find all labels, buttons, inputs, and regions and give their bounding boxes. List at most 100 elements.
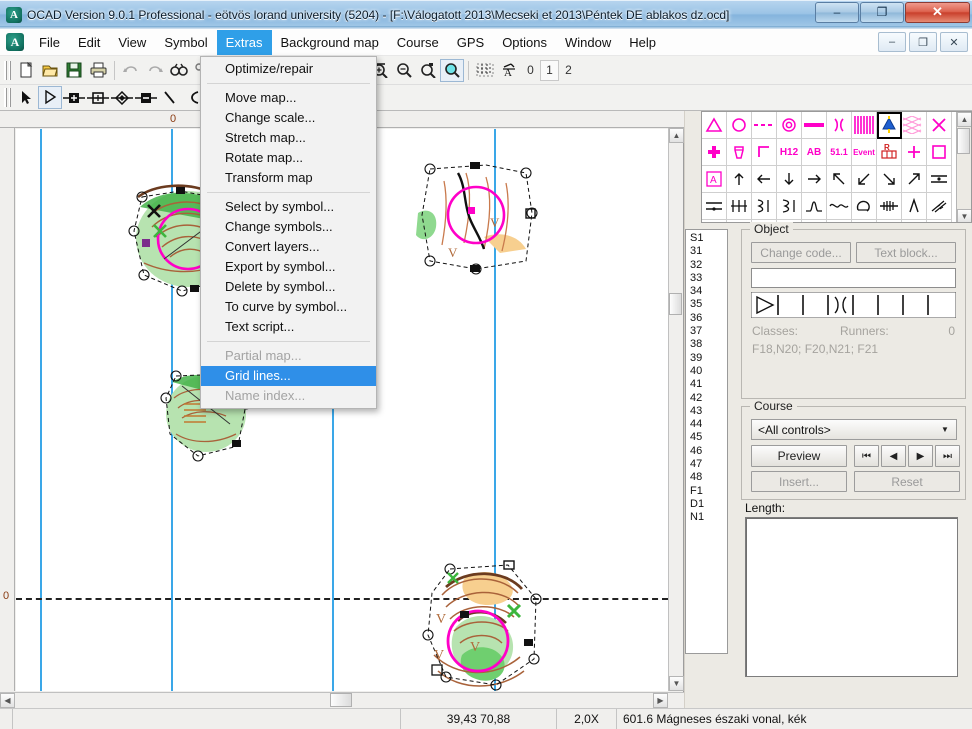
- menu-item-change-scale[interactable]: Change scale...: [201, 108, 376, 128]
- list-item[interactable]: S1: [690, 232, 727, 245]
- course-select[interactable]: <All controls> ▼: [751, 419, 957, 440]
- control-description-strip[interactable]: [751, 292, 956, 318]
- chevron-down-icon[interactable]: ▼: [936, 421, 954, 438]
- edit-point-icon[interactable]: [38, 86, 62, 109]
- statusbar-resize-grip[interactable]: [0, 709, 12, 729]
- object-code-input[interactable]: [751, 268, 956, 288]
- find-icon[interactable]: [167, 59, 191, 82]
- road-symbol[interactable]: [902, 220, 927, 222]
- add-point-icon[interactable]: [62, 86, 86, 109]
- tower-symbol[interactable]: [927, 220, 952, 222]
- arrow-upleft-symbol[interactable]: [827, 166, 852, 193]
- thick-line-symbol[interactable]: [802, 112, 827, 139]
- line-dot-symbol[interactable]: [927, 166, 952, 193]
- reset-button[interactable]: Reset: [854, 471, 960, 492]
- list-item[interactable]: 33: [690, 272, 727, 285]
- depression-symbol[interactable]: [702, 220, 727, 222]
- menu-item-convert-layers[interactable]: Convert layers...: [201, 237, 376, 257]
- scroll-left-arrow[interactable]: ◀: [0, 693, 15, 708]
- list-item[interactable]: 38: [690, 338, 727, 351]
- menu-symbol[interactable]: Symbol: [155, 30, 216, 55]
- mdi-minimize-button[interactable]: –: [878, 32, 906, 52]
- menu-course[interactable]: Course: [388, 30, 448, 55]
- window-close-button[interactable]: ✕: [905, 1, 970, 23]
- menu-help[interactable]: Help: [620, 30, 665, 55]
- arrow-down-symbol[interactable]: [777, 166, 802, 193]
- list-item[interactable]: 42: [690, 392, 727, 405]
- menu-item-grid-lines[interactable]: Grid lines...: [201, 366, 376, 386]
- scroll-right-arrow[interactable]: ▶: [653, 693, 668, 708]
- symbol-scroll-up-arrow[interactable]: ▲: [957, 112, 971, 127]
- hill-symbol[interactable]: [802, 193, 827, 220]
- reentrant-symbol[interactable]: [752, 193, 777, 220]
- white-box-symbol[interactable]: [927, 139, 952, 166]
- menu-extras[interactable]: Extras: [216, 29, 272, 55]
- gully-symbol[interactable]: [877, 193, 902, 220]
- arrow-downleft-symbol[interactable]: [852, 166, 877, 193]
- menu-item-transform-map[interactable]: Transform map: [201, 168, 376, 188]
- length-value-box[interactable]: [745, 517, 958, 677]
- railing-symbol[interactable]: [727, 193, 752, 220]
- nav-next-button[interactable]: ▶: [908, 445, 933, 467]
- list-item[interactable]: 40: [690, 365, 727, 378]
- refreshment-symbol[interactable]: [727, 139, 752, 166]
- symbol-palette-scrollbar[interactable]: ▲ ▼: [956, 112, 971, 222]
- horizontal-scroll-thumb[interactable]: [330, 693, 352, 707]
- vertical-scroll-thumb[interactable]: [669, 293, 682, 315]
- menu-item-rotate-map[interactable]: Rotate map...: [201, 148, 376, 168]
- spur-symbol[interactable]: [777, 193, 802, 220]
- menu-item-move-map[interactable]: Move map...: [201, 88, 376, 108]
- list-item[interactable]: 45: [690, 431, 727, 444]
- insert-button[interactable]: Insert...: [751, 471, 847, 492]
- select-arrow-icon[interactable]: [14, 86, 38, 109]
- fence-crossing-symbol[interactable]: [702, 193, 727, 220]
- menu-item-select-by-symbol[interactable]: Select by symbol...: [201, 197, 376, 217]
- text-h12-symbol[interactable]: H12: [777, 139, 802, 166]
- add-corner-icon[interactable]: [86, 86, 110, 109]
- scroll-down-arrow[interactable]: ▼: [669, 676, 684, 691]
- add-vertex-icon[interactable]: [110, 86, 134, 109]
- scroll-up-arrow[interactable]: ▲: [669, 128, 684, 143]
- symbol-palette[interactable]: H12 AB 51.1 Event R A ▲ ▼: [701, 111, 972, 223]
- list-item[interactable]: 37: [690, 325, 727, 338]
- arrow-up-symbol[interactable]: [727, 166, 752, 193]
- toolbar-grip[interactable]: [4, 60, 11, 80]
- list-item[interactable]: 41: [690, 378, 727, 391]
- layer-button-1[interactable]: 1: [540, 59, 559, 81]
- out-of-bounds-symbol[interactable]: [852, 112, 877, 139]
- text-ab-symbol[interactable]: AB: [802, 139, 827, 166]
- nav-first-button[interactable]: ⏮: [854, 445, 879, 467]
- print-icon[interactable]: [86, 59, 110, 82]
- menu-item-change-symbols[interactable]: Change symbols...: [201, 217, 376, 237]
- first-aid-symbol[interactable]: [702, 139, 727, 166]
- list-item[interactable]: 35: [690, 298, 727, 311]
- trench-symbol[interactable]: [852, 193, 877, 220]
- r-marker-symbol[interactable]: R: [877, 139, 902, 166]
- special-item-symbol[interactable]: [877, 220, 902, 222]
- symbol-scroll-thumb[interactable]: [957, 128, 970, 154]
- zoom-previous-icon[interactable]: [416, 59, 440, 82]
- grid-icon[interactable]: [473, 59, 497, 82]
- menu-file[interactable]: File: [30, 30, 69, 55]
- list-item[interactable]: 43: [690, 405, 727, 418]
- layer-button-0[interactable]: 0: [521, 60, 540, 81]
- triangle-symbol[interactable]: [702, 112, 727, 139]
- preview-button[interactable]: Preview: [751, 445, 847, 467]
- rocky-slope-symbol[interactable]: [902, 193, 927, 220]
- menu-background-map[interactable]: Background map: [272, 30, 388, 55]
- list-item[interactable]: N1: [690, 511, 727, 524]
- text-a-symbol[interactable]: A: [702, 166, 727, 193]
- list-item[interactable]: 48: [690, 471, 727, 484]
- list-item[interactable]: 34: [690, 285, 727, 298]
- delete-point-icon[interactable]: [134, 86, 158, 109]
- menu-view[interactable]: View: [109, 30, 155, 55]
- list-item[interactable]: 32: [690, 259, 727, 272]
- start-symbol[interactable]: [877, 112, 902, 139]
- arrow-downright-symbol[interactable]: [877, 166, 902, 193]
- menu-edit[interactable]: Edit: [69, 30, 109, 55]
- list-item[interactable]: 44: [690, 418, 727, 431]
- menu-item-stretch-map[interactable]: Stretch map...: [201, 128, 376, 148]
- earthbank-symbol[interactable]: [927, 193, 952, 220]
- list-item[interactable]: 39: [690, 352, 727, 365]
- new-file-icon[interactable]: [14, 59, 38, 82]
